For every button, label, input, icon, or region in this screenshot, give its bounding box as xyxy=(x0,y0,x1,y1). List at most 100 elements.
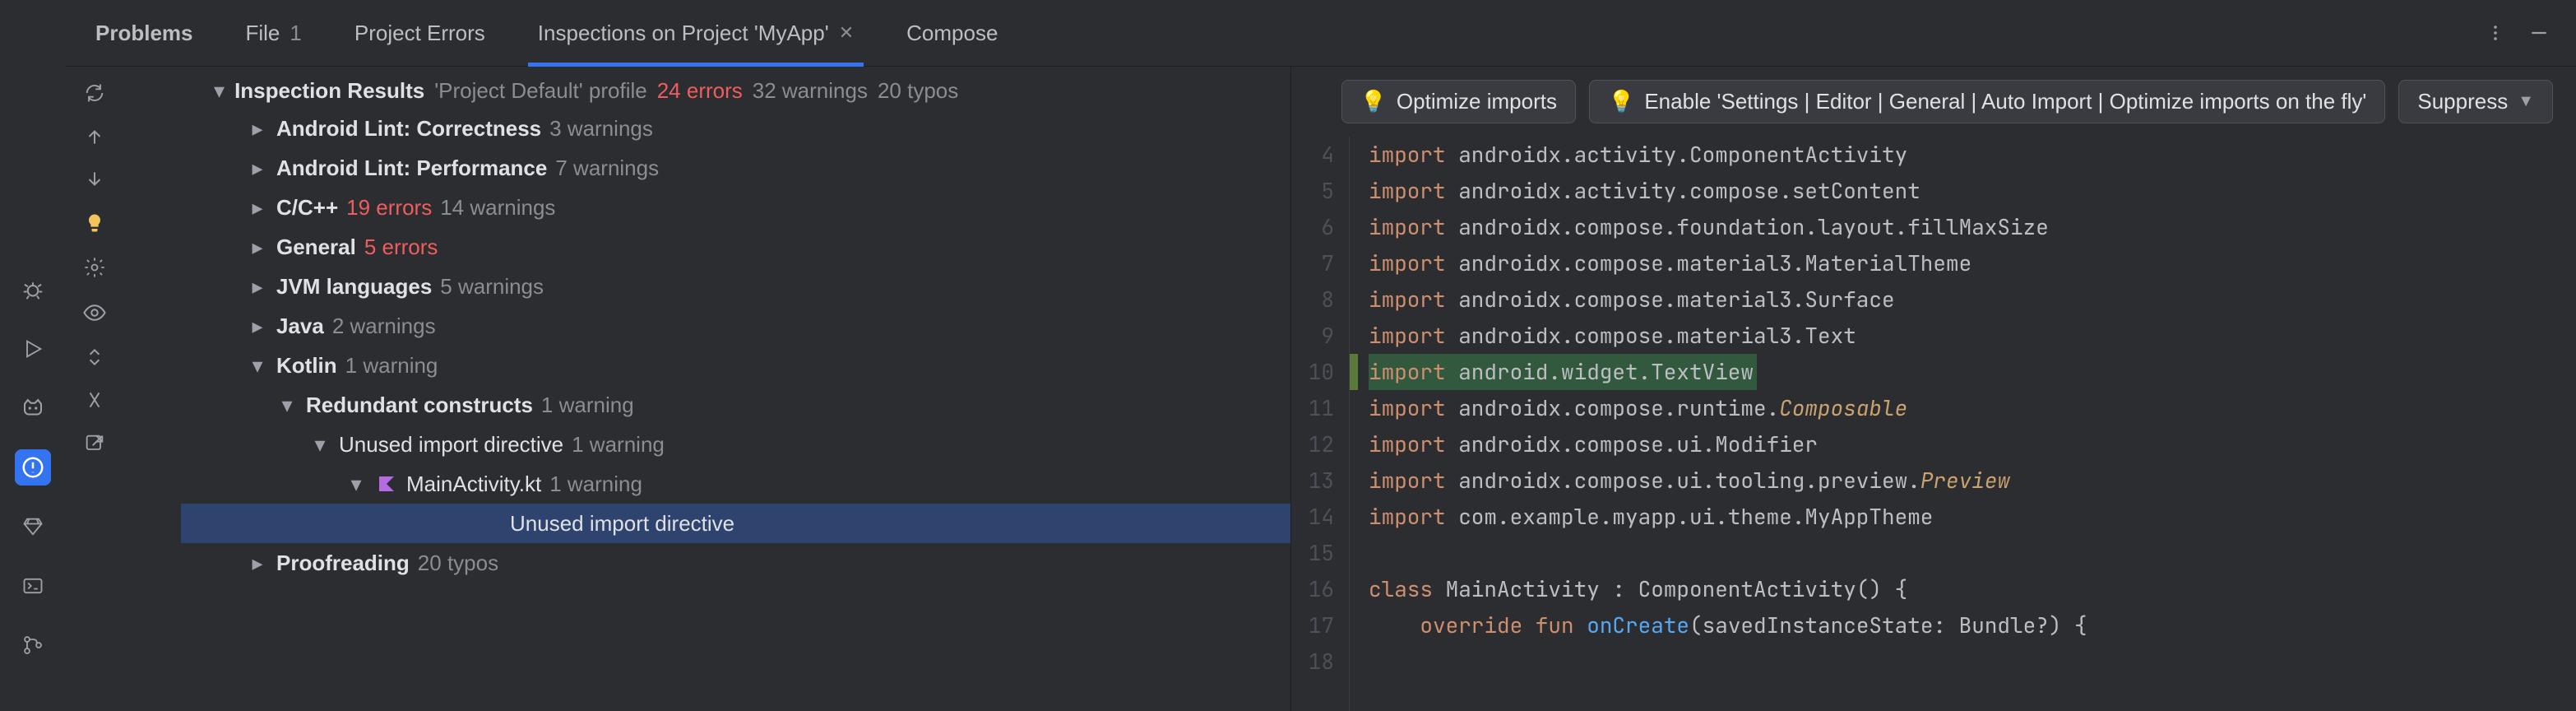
enable-auto-import-button[interactable]: 💡 Enable 'Settings | Editor | General | … xyxy=(1589,80,2385,123)
code-line[interactable]: import androidx.compose.foundation.layou… xyxy=(1369,209,2576,245)
bulb-icon: 💡 xyxy=(1608,89,1634,114)
tree-row[interactable]: ▸Android Lint: Performance7 warnings xyxy=(181,148,1290,188)
tree-header[interactable]: ▾ Inspection Results 'Project Default' p… xyxy=(181,73,1290,109)
inspection-tree: ▾ Inspection Results 'Project Default' p… xyxy=(181,67,1291,711)
close-icon[interactable]: ✕ xyxy=(839,22,854,44)
diff-icon[interactable] xyxy=(84,389,105,411)
chevron-right-icon: ▸ xyxy=(247,116,268,142)
inspection-results-title: Inspection Results xyxy=(234,78,424,104)
collapse-icon[interactable] xyxy=(84,346,105,368)
tree-row[interactable]: ▸General5 errors xyxy=(181,227,1290,267)
code-line[interactable]: import com.example.myapp.ui.theme.MyAppT… xyxy=(1369,499,2576,535)
tree-row[interactable]: ▸JVM languages5 warnings xyxy=(181,267,1290,306)
left-tool-rail xyxy=(0,0,66,711)
chevron-down-icon: ▾ xyxy=(309,432,331,458)
terminal-icon[interactable] xyxy=(15,568,51,604)
line-numbers: 456789101112131415161718 xyxy=(1291,137,1349,711)
prev-icon[interactable] xyxy=(84,126,105,147)
chevron-down-icon: ▾ xyxy=(276,393,298,418)
chevron-down-icon: ▼ xyxy=(2518,92,2534,111)
code-line[interactable]: import androidx.compose.material3.Materi… xyxy=(1369,245,2576,281)
chevron-right-icon: ▸ xyxy=(247,235,268,260)
git-icon[interactable] xyxy=(15,627,51,663)
tree-row[interactable]: ▾Kotlin1 warning xyxy=(181,346,1290,385)
code-content[interactable]: import androidx.activity.ComponentActivi… xyxy=(1360,137,2576,711)
tree-row-label: Unused import directive xyxy=(510,511,734,537)
gear-icon[interactable] xyxy=(83,256,106,279)
warning-count: 14 warnings xyxy=(440,195,555,221)
code-line[interactable]: import android.widget.TextView xyxy=(1369,354,1757,390)
code-line[interactable]: import androidx.compose.material3.Surfac… xyxy=(1369,281,2576,318)
error-count: 19 errors xyxy=(346,195,432,221)
problems-icon[interactable] xyxy=(15,449,51,486)
tree-row-label: Unused import directive xyxy=(339,432,563,458)
bug-icon[interactable] xyxy=(15,272,51,308)
kotlin-file-icon xyxy=(375,472,398,495)
chevron-right-icon: ▸ xyxy=(247,551,268,576)
export-icon[interactable] xyxy=(83,432,106,455)
refresh-icon[interactable] xyxy=(83,81,106,105)
code-line[interactable] xyxy=(1369,644,2576,680)
chevron-down-icon: ▾ xyxy=(345,472,367,497)
tab-project-errors[interactable]: Project Errors xyxy=(345,0,495,66)
warning-count: 20 typos xyxy=(418,551,498,576)
tree-row-label: Java xyxy=(276,314,324,339)
minimize-icon[interactable] xyxy=(2528,22,2550,44)
code-line[interactable]: import androidx.activity.ComponentActivi… xyxy=(1369,137,2576,173)
warning-count: 1 warning xyxy=(541,393,634,418)
code-line[interactable]: import androidx.compose.ui.tooling.previ… xyxy=(1369,462,2576,499)
tree-row[interactable]: ▸ Proofreading 20 typos xyxy=(181,543,1290,583)
warning-count: 1 warning xyxy=(345,353,438,379)
tree-row-label: Android Lint: Performance xyxy=(276,156,547,181)
chevron-right-icon: ▸ xyxy=(247,156,268,181)
optimize-imports-button[interactable]: 💡 Optimize imports xyxy=(1341,80,1576,123)
run-icon[interactable] xyxy=(15,331,51,367)
tree-row-label: General xyxy=(276,235,356,260)
chevron-right-icon: ▸ xyxy=(247,195,268,221)
tab-inspections[interactable]: Inspections on Project 'MyApp' ✕ xyxy=(528,0,864,66)
tree-row[interactable]: ▾ MainActivity.kt 1 warning xyxy=(181,464,1290,504)
tree-row[interactable]: ▸ C/C++ 19 errors 14 warnings xyxy=(181,188,1290,227)
tab-file[interactable]: File1 xyxy=(236,0,312,66)
chevron-right-icon: ▸ xyxy=(247,314,268,339)
code-line[interactable]: import androidx.activity.compose.setCont… xyxy=(1369,173,2576,209)
editor-gutter xyxy=(1349,137,1360,711)
code-line[interactable]: override fun onCreate(savedInstanceState… xyxy=(1369,607,2576,644)
tree-row-label: Kotlin xyxy=(276,353,337,379)
code-line[interactable]: class MainActivity : ComponentActivity()… xyxy=(1369,571,2576,607)
more-icon[interactable] xyxy=(2486,23,2505,43)
warning-count: 1 warning xyxy=(572,432,665,458)
tree-row[interactable]: ▸ Java 2 warnings xyxy=(181,306,1290,346)
code-editor[interactable]: 456789101112131415161718 import androidx… xyxy=(1291,137,2576,711)
tree-row-label: MainActivity.kt xyxy=(406,472,541,497)
eye-icon[interactable] xyxy=(82,300,107,325)
tree-row-label: C/C++ xyxy=(276,195,338,221)
code-line[interactable]: import androidx.compose.ui.Modifier xyxy=(1369,426,2576,462)
diamond-icon[interactable] xyxy=(15,509,51,545)
profile-label: 'Project Default' profile xyxy=(434,78,647,104)
warning-count: 2 warnings xyxy=(332,314,436,339)
tree-row-label: Proofreading xyxy=(276,551,410,576)
tab-compose[interactable]: Compose xyxy=(897,0,1008,66)
chevron-right-icon: ▸ xyxy=(247,274,268,300)
warning-count: 3 warnings xyxy=(549,116,653,142)
code-line[interactable]: import androidx.compose.runtime.Composab… xyxy=(1369,390,2576,426)
tree-row[interactable]: ▾ Redundant constructs 1 warning xyxy=(181,385,1290,425)
tree-row-label: Redundant constructs xyxy=(306,393,533,418)
cat-icon[interactable] xyxy=(15,390,51,426)
tree-gutter xyxy=(66,67,123,711)
bulb-icon[interactable] xyxy=(83,211,106,235)
tab-problems[interactable]: Problems xyxy=(86,0,203,66)
code-line[interactable] xyxy=(1369,535,2576,571)
next-icon[interactable] xyxy=(84,169,105,190)
chevron-down-icon: ▾ xyxy=(214,78,225,104)
errors-count: 24 errors xyxy=(657,78,743,104)
problems-tabbar: Problems File1 Project Errors Inspection… xyxy=(66,0,2576,66)
tree-row[interactable]: Unused import directive xyxy=(181,504,1290,543)
tree-row[interactable]: ▸Android Lint: Correctness3 warnings xyxy=(181,109,1290,148)
warning-count: 1 warning xyxy=(549,472,642,497)
tree-row[interactable]: ▾ Unused import directive 1 warning xyxy=(181,425,1290,464)
suppress-button[interactable]: Suppress ▼ xyxy=(2398,80,2553,123)
typos-count: 20 typos xyxy=(878,78,958,104)
code-line[interactable]: import androidx.compose.material3.Text xyxy=(1369,318,2576,354)
